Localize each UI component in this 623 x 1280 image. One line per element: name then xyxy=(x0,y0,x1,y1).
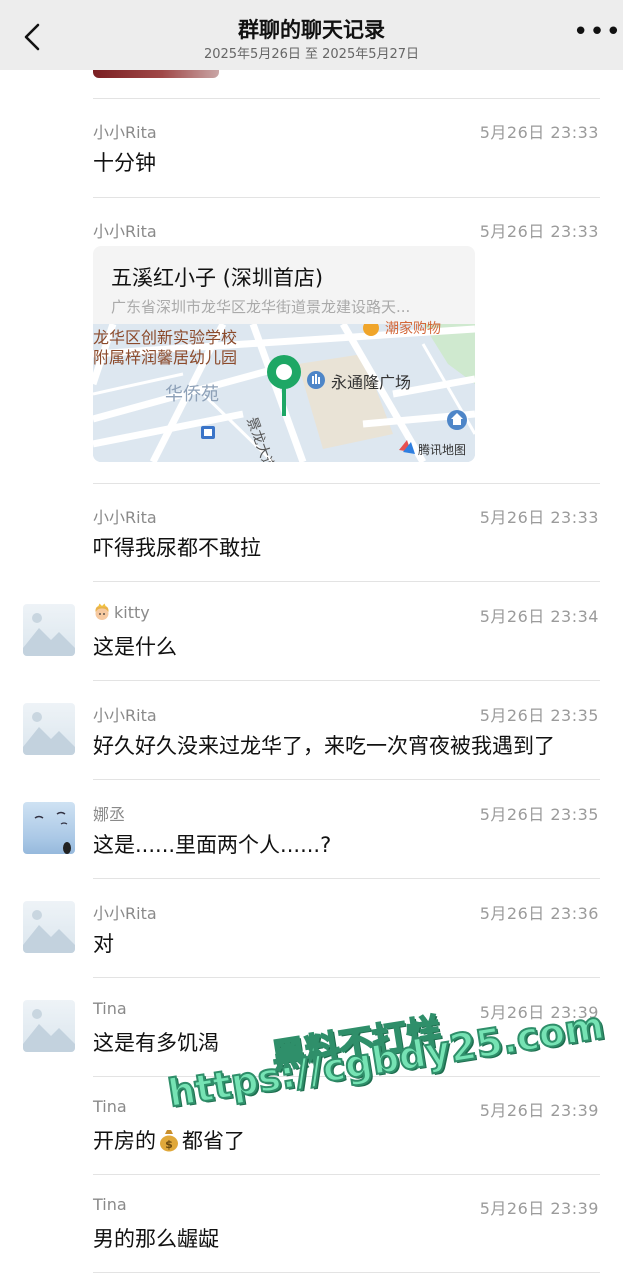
divider xyxy=(93,98,600,99)
princess-emoji-icon xyxy=(95,603,109,620)
message-sender: 小小Rita xyxy=(93,706,157,725)
message-text-part: 都省了 xyxy=(182,1129,245,1153)
message-time: 5月26日 23:34 xyxy=(479,607,599,626)
message-sender: kitty xyxy=(93,603,150,622)
message-text[interactable]: 男的那么龌龊 xyxy=(93,1223,219,1253)
message-sender: 小小Rita xyxy=(93,222,157,241)
divider xyxy=(93,483,600,484)
message-time: 5月26日 23:36 xyxy=(479,904,599,923)
location-card[interactable]: 五溪红小子 (深圳首店) 广东省深圳市龙华区龙华街道景龙建设路天... 龙华区创… xyxy=(93,246,475,462)
message-sender: Tina xyxy=(93,1097,127,1116)
message-sender: 小小Rita xyxy=(93,123,157,142)
divider xyxy=(93,977,600,978)
divider xyxy=(93,1272,600,1273)
message-time: 5月26日 23:35 xyxy=(479,805,599,824)
message-text[interactable]: 这是什么 xyxy=(93,631,177,661)
location-map[interactable]: 龙华区创新实验学校 附属梓润馨居幼儿园 华侨苑 永通隆广场 景龙大道 潮家购物 … xyxy=(93,321,475,462)
divider xyxy=(93,581,600,582)
message-text[interactable]: 吓得我尿都不敢拉 xyxy=(93,532,261,562)
avatar[interactable] xyxy=(23,604,75,656)
avatar[interactable] xyxy=(23,802,75,854)
message-sender: Tina xyxy=(93,1195,127,1214)
divider xyxy=(93,197,600,198)
divider xyxy=(93,1174,600,1175)
message-sender: 娜丞 xyxy=(93,805,126,824)
message-text[interactable]: 这是有多饥渴 xyxy=(93,1027,219,1057)
money-bag-emoji-icon: $ xyxy=(160,1130,178,1152)
message-time: 5月26日 23:35 xyxy=(479,706,599,725)
location-address: 广东省深圳市龙华区龙华街道景龙建设路天... xyxy=(111,298,411,316)
date-range: 2025年5月26日 至 2025年5月27日 xyxy=(203,47,420,62)
map-label: 潮家购物 xyxy=(385,321,441,337)
map-label: 附属梓润馨居幼儿园 xyxy=(93,348,238,367)
message-text-part: 开房的 xyxy=(93,1129,156,1153)
avatar[interactable] xyxy=(23,703,75,755)
more-options-icon[interactable]: ••• xyxy=(573,19,621,52)
page-title: 群聊的聊天记录 xyxy=(238,18,385,42)
avatar[interactable] xyxy=(23,1000,75,1052)
map-label: 永通隆广场 xyxy=(331,373,412,392)
message-time: 5月26日 23:39 xyxy=(479,1101,599,1120)
message-time: 5月26日 23:33 xyxy=(479,123,599,142)
message-text[interactable]: 好久好久没来过龙华了，来吃一次宵夜被我遇到了 xyxy=(93,730,555,760)
message-text[interactable]: 这是......里面两个人......? xyxy=(93,829,331,859)
message-sender: Tina xyxy=(93,999,127,1018)
message-time: 5月26日 23:33 xyxy=(479,508,599,527)
avatar[interactable] xyxy=(23,901,75,953)
message-sender: 小小Rita xyxy=(93,904,157,923)
message-time: 5月26日 23:33 xyxy=(479,222,599,241)
divider xyxy=(93,680,600,681)
chat-history-header: 群聊的聊天记录 2025年5月26日 至 2025年5月27日 ••• xyxy=(0,0,623,70)
divider xyxy=(93,779,600,780)
location-name: 五溪红小子 (深圳首店) xyxy=(111,266,324,290)
message-text[interactable]: 对 xyxy=(93,928,114,958)
sender-name: kitty xyxy=(114,603,150,622)
message-text[interactable]: 开房的 $ 都省了 xyxy=(93,1125,245,1155)
message-text[interactable]: 十分钟 xyxy=(93,147,156,177)
map-label: 华侨苑 xyxy=(165,384,219,405)
svg-text:$: $ xyxy=(165,1138,173,1151)
divider xyxy=(93,878,600,879)
map-provider-label: 腾讯地图 xyxy=(418,443,467,457)
message-time: 5月26日 23:39 xyxy=(479,1199,599,1218)
message-sender: 小小Rita xyxy=(93,508,157,527)
